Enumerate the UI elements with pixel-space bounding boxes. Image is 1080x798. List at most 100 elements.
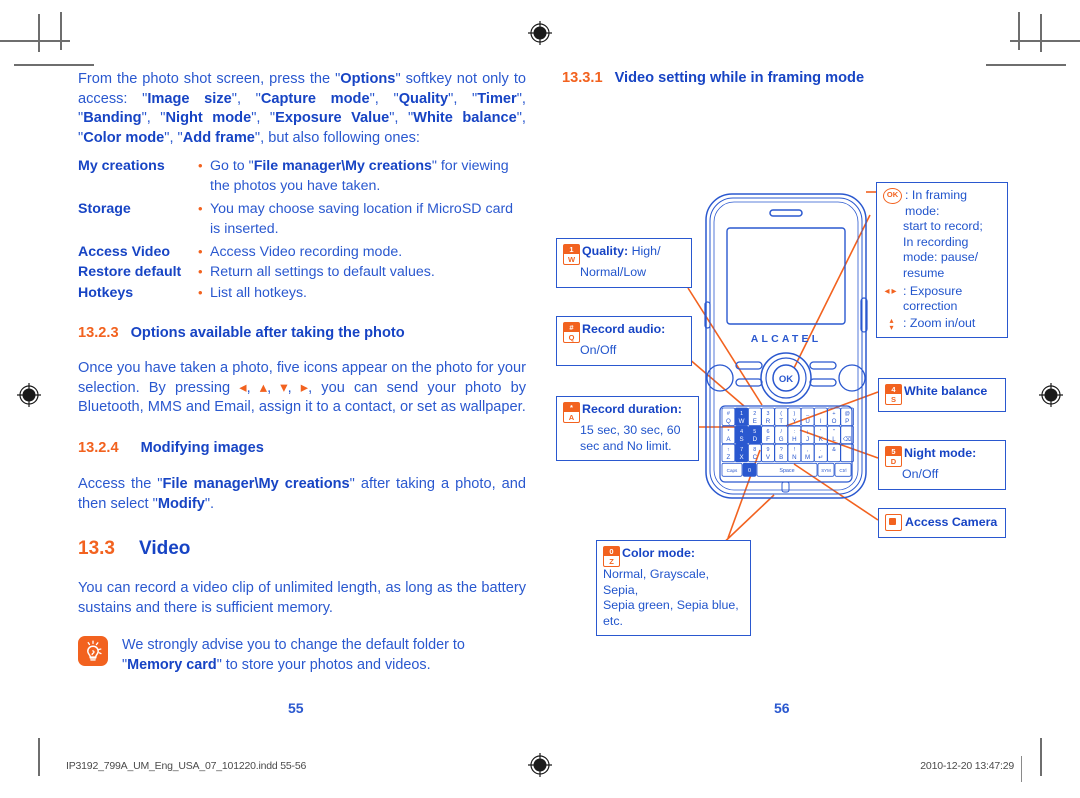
option-term: My creations xyxy=(78,158,165,175)
camera-key-icon xyxy=(885,514,902,531)
paragraph-13-3: You can record a video clip of unlimited… xyxy=(78,580,526,616)
svg-text:L: L xyxy=(832,436,836,443)
crop-mark-tr2-h xyxy=(986,64,1066,66)
footer-timestamp: 2010-12-20 13:47:29 xyxy=(920,760,1014,772)
callout-quality: 1 W Quality: High/ Normal/Low xyxy=(556,238,692,288)
svg-text:3: 3 xyxy=(767,411,770,417)
right-page-column: 13.3.1 Video setting while in framing mo… xyxy=(562,70,1010,86)
section-number: 13.3.1 xyxy=(562,70,603,86)
svg-text:#: # xyxy=(727,411,730,417)
callout-value-cont: Sepia green, Sepia blue, etc. xyxy=(603,598,739,628)
svg-text:W: W xyxy=(739,418,745,425)
svg-text:): ) xyxy=(794,411,796,417)
crop-mark-tr2-v xyxy=(1018,12,1020,50)
svg-text:E: E xyxy=(753,418,757,425)
svg-text:B: B xyxy=(779,454,783,461)
registration-mark-bottom xyxy=(527,752,553,778)
crop-mark-tl2-h xyxy=(14,64,94,66)
registration-mark-right xyxy=(1038,382,1064,408)
svg-text:M: M xyxy=(805,454,810,461)
intro-paragraph: From the photo shot screen, press the "O… xyxy=(78,71,526,146)
callout-value: On/Off xyxy=(580,343,617,357)
camera-options-list: My creations Go to "File manager\My crea… xyxy=(78,156,526,303)
svg-text:9: 9 xyxy=(767,447,770,453)
key-star-a-icon: * A xyxy=(563,402,580,423)
key-hash-q-icon: # Q xyxy=(563,322,580,343)
svg-text:": " xyxy=(833,429,835,435)
video-framing-mode-diagram: ALCATEL OK # Q 1 W 2 E 3 R (T) Y _ U -… xyxy=(548,120,1028,637)
crop-mark-tl2-v xyxy=(60,12,62,50)
svg-text:5: 5 xyxy=(753,429,756,435)
page-number-left: 55 xyxy=(288,700,304,716)
callout-night-mode: 5 D Night mode: On/Off xyxy=(878,440,1006,490)
svg-text:&: & xyxy=(832,447,836,453)
callout-label: Quality: xyxy=(582,244,629,258)
svg-text:V: V xyxy=(766,454,771,461)
svg-text:+: + xyxy=(832,411,835,417)
section-number: 13.2.4 xyxy=(78,440,119,456)
list-item: Storage You may choose saving location i… xyxy=(78,199,526,239)
svg-text:.: . xyxy=(820,447,822,453)
svg-text:/: / xyxy=(780,429,782,435)
section-number: 13.2.3 xyxy=(78,325,119,342)
svg-text:': ' xyxy=(820,429,821,435)
footer-filename: IP3192_799A_UM_Eng_USA_07_101220.indd 55… xyxy=(66,760,307,772)
section-heading-13-3-1: 13.3.1 Video setting while in framing mo… xyxy=(562,70,1010,86)
callout-label: Access Camera xyxy=(905,514,998,529)
section-number: 13.3 xyxy=(78,538,115,560)
framing-ud-text: : Zoom in/out xyxy=(903,315,976,330)
svg-text:Y: Y xyxy=(792,418,796,425)
framing-ok-text-cont: start to record; xyxy=(903,219,983,234)
framing-ok-text-cont: resume xyxy=(903,265,945,280)
svg-text:D: D xyxy=(753,436,758,443)
svg-text:@: @ xyxy=(844,411,849,417)
callout-value: Normal, Grayscale, Sepia, xyxy=(603,567,710,597)
callout-color-mode: 0 Z Color mode: Normal, Grayscale, Sepia… xyxy=(596,540,751,637)
lightbulb-tip-icon xyxy=(78,636,108,667)
svg-text:,: , xyxy=(807,447,809,453)
framing-ok-text-cont: In recording xyxy=(903,234,969,249)
svg-text:R: R xyxy=(766,418,771,425)
svg-text:8: 8 xyxy=(753,447,756,453)
callout-record-duration: * A Record duration: 15 sec, 30 sec, 60 … xyxy=(556,396,699,462)
option-desc: You may choose saving location if MicroS… xyxy=(198,199,526,239)
key-4-s-icon: 4 S xyxy=(885,384,902,405)
section-heading-13-3: 13.3 Video xyxy=(78,538,526,560)
option-term: Restore default xyxy=(78,264,182,281)
option-desc: Go to "File manager\My creations" for vi… xyxy=(198,156,526,196)
svg-text:K: K xyxy=(819,436,824,443)
section-title: Modifying images xyxy=(140,440,264,456)
svg-text:N: N xyxy=(792,454,796,461)
callout-white-balance: 4 S White balance xyxy=(878,378,1006,412)
framing-ok-text: : In framing mode: xyxy=(905,188,967,218)
svg-text:A: A xyxy=(726,436,731,443)
svg-text:_: _ xyxy=(805,411,810,417)
svg-text:(: ( xyxy=(780,411,782,417)
registration-mark-top xyxy=(527,20,553,46)
svg-text:J: J xyxy=(806,436,809,443)
section-title: Options available after taking the photo xyxy=(130,325,405,342)
svg-text:OK: OK xyxy=(779,374,793,385)
svg-text:SYM: SYM xyxy=(821,468,831,473)
svg-text:G: G xyxy=(779,436,784,443)
crop-mark-tr-v xyxy=(1040,14,1042,52)
svg-text:!: ! xyxy=(794,447,796,453)
left-page-column: From the photo shot screen, press the "O… xyxy=(78,70,526,676)
svg-text:U: U xyxy=(805,418,809,425)
option-desc: Access Video recording mode. xyxy=(198,242,526,262)
svg-text:X: X xyxy=(740,454,744,461)
svg-text:T: T xyxy=(779,418,783,425)
svg-text:7: 7 xyxy=(740,447,743,453)
list-item: My creations Go to "File manager\My crea… xyxy=(78,156,526,196)
page-number-right: 56 xyxy=(774,700,790,716)
ok-key-icon: OK xyxy=(883,188,902,204)
callout-value: High/ xyxy=(631,244,661,258)
option-term: Hotkeys xyxy=(78,284,134,301)
option-desc: List all hotkeys. xyxy=(198,283,526,303)
svg-text:↵: ↵ xyxy=(818,454,823,461)
framing-ok-text-cont: mode: pause/ xyxy=(903,250,979,265)
svg-text:Ctrl: Ctrl xyxy=(839,468,846,473)
svg-text:S: S xyxy=(740,436,744,443)
callout-label: Color mode: xyxy=(622,546,695,560)
callout-access-camera: Access Camera xyxy=(878,508,1006,538)
